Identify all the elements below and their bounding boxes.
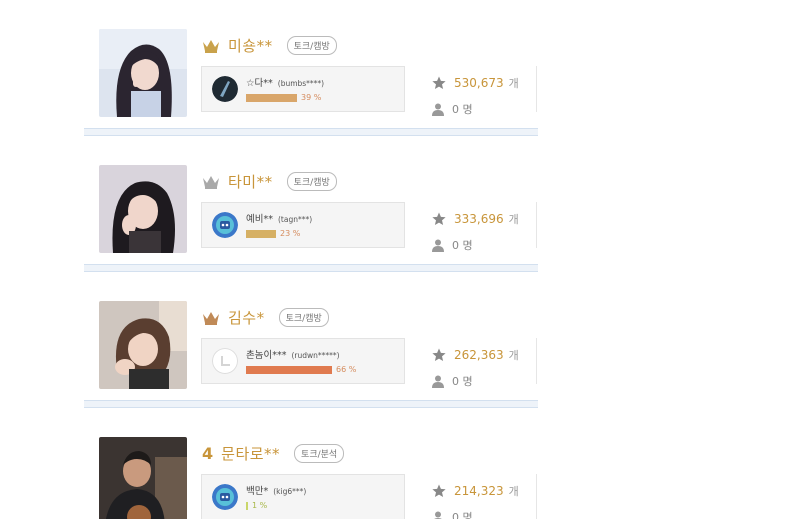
row-separator: [84, 400, 538, 408]
fan-id: (bumbs****): [277, 79, 325, 88]
person-icon: [432, 103, 444, 116]
star-icon: [432, 76, 446, 89]
crown-gold-icon: [202, 38, 220, 53]
row-separator: [84, 264, 538, 272]
divider: [536, 66, 537, 112]
fan-name: 백만*: [246, 486, 269, 497]
viewer-count: 0 명: [452, 239, 473, 252]
fan-id: (tagn***): [277, 215, 313, 224]
fan-id: (kig6***): [273, 487, 307, 496]
bj-stats: 214,323 개 0 명: [432, 478, 519, 519]
viewer-count: 0 명: [452, 103, 473, 116]
fan-percent: 39 %: [301, 93, 322, 102]
top-fan-box: 예비** (tagn***) 23 %: [201, 202, 405, 248]
star-icon: [432, 348, 446, 361]
bj-name[interactable]: 김수*: [228, 307, 265, 328]
fan-name: ☆다**: [246, 78, 273, 89]
fan-name-line: 예비** (tagn***): [246, 211, 312, 225]
star-balloon-count: 214,323: [454, 484, 504, 498]
fan-percent-bar: [246, 230, 276, 238]
crown-silver-icon: [202, 174, 220, 189]
category-tag[interactable]: 토크/캠방: [286, 35, 337, 55]
divider: [536, 338, 537, 384]
crown-bronze-icon: [202, 310, 220, 325]
fan-percent-bar: [246, 94, 297, 102]
fan-name: 예비**: [246, 214, 273, 225]
fan-avatar: [212, 76, 238, 102]
fan-name-line: 촌놈이*** (rudwn*****): [246, 347, 340, 361]
fan-percent-bar: [246, 366, 332, 374]
fan-percent: 23 %: [280, 229, 301, 238]
fan-id: (rudwn*****): [291, 351, 340, 360]
bj-stats: 333,696 개 0 명: [432, 206, 519, 258]
star-balloon-count: 262,363: [454, 348, 504, 362]
ranking-row: 김수* 토크/캠방 촌놈이*** (rudwn*****) 66 % 262,36…: [84, 272, 538, 400]
bj-profile-photo[interactable]: [99, 437, 187, 519]
bj-profile-photo[interactable]: [99, 301, 187, 389]
category-tag[interactable]: 토크/캠방: [278, 307, 329, 327]
category-tag[interactable]: 토크/캠방: [286, 171, 337, 191]
bj-name[interactable]: 타미**: [228, 171, 273, 192]
fan-name-line: 백만* (kig6***): [246, 483, 306, 497]
person-icon: [433, 511, 443, 519]
fan-percent: 66 %: [336, 365, 357, 374]
viewer-count: 0 명: [452, 511, 473, 519]
person-icon: [432, 375, 444, 388]
bj-profile-photo[interactable]: [99, 165, 187, 253]
bj-ranking-list: 미숑** 토크/캠방 ☆다** (bumbs****) 39 % 530,673 개…: [84, 0, 538, 519]
bj-name[interactable]: 미숑**: [228, 35, 273, 56]
ranking-row: 타미** 토크/캠방 예비** (tagn***) 23 % 333,696 개 0…: [84, 136, 538, 264]
divider: [536, 202, 537, 248]
category-tag[interactable]: 토크/분석: [294, 443, 345, 463]
viewer-count: 0 명: [452, 375, 473, 388]
fan-name-line: ☆다** (bumbs****): [246, 75, 324, 89]
fan-percent: 1 %: [252, 501, 268, 510]
star-unit: 개: [508, 213, 519, 226]
star-unit: 개: [508, 77, 519, 90]
star-balloon-count: 530,673: [454, 76, 504, 90]
fan-avatar: [212, 484, 238, 510]
person-icon: [432, 239, 444, 252]
bj-stats: 262,363 개 0 명: [432, 342, 519, 394]
star-unit: 개: [508, 485, 519, 498]
top-fan-box: ☆다** (bumbs****) 39 %: [201, 66, 405, 112]
bj-profile-photo[interactable]: [99, 29, 187, 117]
top-fan-box: 백만* (kig6***) 1 %: [201, 474, 405, 519]
star-icon: [432, 212, 446, 225]
top-fan-box: 촌놈이*** (rudwn*****) 66 %: [201, 338, 405, 384]
star-balloon-count: 333,696: [454, 212, 504, 226]
fan-avatar: [212, 348, 238, 374]
ranking-row: 4 문타로** 토크/분석 백만* (kig6***) 1 % 214,323 개 …: [84, 408, 538, 519]
bj-stats: 530,673 개 0 명: [432, 70, 519, 122]
bj-name[interactable]: 문타로**: [221, 443, 280, 464]
fan-name: 촌놈이***: [246, 350, 287, 361]
row-separator: [84, 128, 538, 136]
ranking-row: 미숑** 토크/캠방 ☆다** (bumbs****) 39 % 530,673 개…: [84, 0, 538, 128]
fan-avatar: [212, 212, 238, 238]
fan-percent-bar: [246, 502, 248, 510]
divider: [536, 474, 537, 519]
star-unit: 개: [508, 349, 519, 362]
star-icon: [432, 484, 446, 497]
rank-number: 4: [202, 443, 214, 463]
